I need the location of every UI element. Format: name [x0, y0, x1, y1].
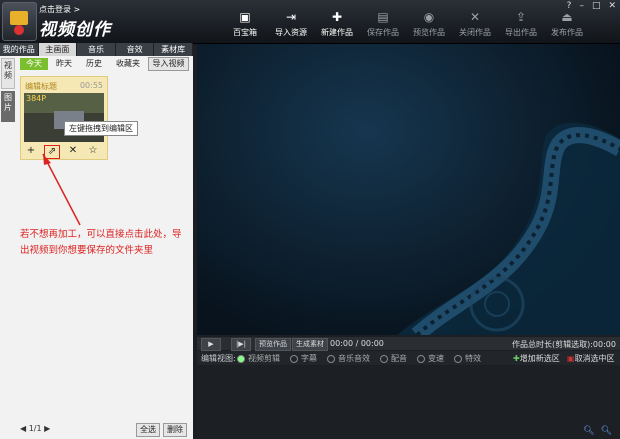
- toolbox-icon: ▣: [239, 10, 251, 24]
- film-reel-background: [397, 122, 620, 335]
- sub-tab-3[interactable]: 收藏夹: [110, 58, 146, 70]
- preview-work-button[interactable]: 预览作品: [255, 338, 291, 351]
- login-link[interactable]: 点击登录 >: [39, 4, 80, 15]
- clip-title[interactable]: 编辑标题: [25, 81, 57, 92]
- toolbar-button-3[interactable]: ▤ 保存作品: [360, 10, 406, 38]
- toolbar-button-7[interactable]: ⏏ 发布作品: [544, 10, 590, 38]
- toolbar-button-4[interactable]: ◉ 预览作品: [406, 10, 452, 38]
- video-clip-card[interactable]: 编辑标题 00:55 384P + ⇗ ✕ ☆: [20, 76, 108, 160]
- maximize-icon[interactable]: □: [592, 1, 601, 11]
- annotation-arrow: [42, 153, 81, 226]
- add-section-button[interactable]: ✚增加新选区: [513, 353, 560, 364]
- add-to-timeline-icon[interactable]: +: [24, 145, 38, 157]
- cancel-section-button[interactable]: ▣取消选中区: [567, 353, 615, 364]
- sub-tab-0[interactable]: 今天: [20, 58, 48, 70]
- edit-view-label: 编辑视图:: [201, 354, 236, 363]
- remove-icon: ▣: [567, 354, 575, 363]
- generate-material-button[interactable]: 生成素材: [292, 338, 328, 351]
- panel-footer: ◀ 1/1 ▶ 全选 删除: [0, 421, 193, 439]
- sub-tab-1[interactable]: 昨天: [50, 58, 78, 70]
- radio-icon: [417, 354, 425, 363]
- app-logo: [2, 2, 37, 41]
- total-duration: 作品总时长(剪辑选取):00:00: [512, 340, 616, 349]
- side-tabs: 视频 图片: [1, 58, 16, 124]
- date-sub-tabs: 今天 昨天 历史 收藏夹: [20, 58, 146, 70]
- toolbar-label: 导出作品: [505, 28, 537, 37]
- edit-view-option-5[interactable]: 特效: [454, 353, 481, 364]
- toolbar-button-0[interactable]: ▣ 百宝箱: [222, 10, 268, 38]
- side-tab-image[interactable]: 图片: [1, 91, 15, 122]
- edit-view-option-3[interactable]: 配音: [380, 353, 407, 364]
- export-icon: ⇪: [515, 10, 527, 24]
- main-tab-0[interactable]: 我的作品: [0, 43, 39, 56]
- main-toolbar: ▣ 百宝箱 ⇥ 导入资源 ✚ 新建作品 ▤ 保存作品 ◉ 预览作品 ✕ 关闭作品 ⇪ 导出作品 ⏏ 发布作品: [222, 10, 590, 38]
- annotation-text: 若不想再加工，可以直接点击此处，导出视频到你想要保存的文件夹里: [20, 229, 182, 256]
- toolbar-button-6[interactable]: ⇪ 导出作品: [498, 10, 544, 38]
- side-tab-video[interactable]: 视频: [1, 58, 15, 89]
- edit-view-option-4[interactable]: 变速: [417, 353, 444, 364]
- drag-tooltip: 左键拖拽到编辑区: [64, 121, 138, 136]
- radio-icon: [454, 354, 462, 363]
- play-button[interactable]: ▶: [201, 338, 221, 351]
- sub-tab-2[interactable]: 历史: [80, 58, 108, 70]
- radio-icon: [290, 354, 298, 363]
- publish-icon: ⏏: [561, 10, 573, 24]
- radio-icon: [327, 354, 335, 363]
- toolbar-button-1[interactable]: ⇥ 导入资源: [268, 10, 314, 38]
- select-all-button[interactable]: 全选: [136, 423, 160, 437]
- zoom-out-icon[interactable]: 🔍︎: [583, 426, 594, 436]
- main-tab-4[interactable]: 素材库: [154, 43, 193, 56]
- title-bar: 点击登录 > 视频创作 ▣ 百宝箱 ⇥ 导入资源 ✚ 新建作品 ▤ 保存作品 ◉ 预览作品 ✕ 关闭作…: [0, 0, 620, 44]
- edit-view-option-2[interactable]: 音乐音效: [327, 353, 370, 364]
- timecode: 00:00 / 00:00: [330, 339, 384, 348]
- delete-button[interactable]: 删除: [163, 423, 187, 437]
- main-tab-2[interactable]: 音乐: [77, 43, 116, 56]
- main-tabs: 我的作品 主画面 音乐 音效 素材库: [0, 43, 193, 56]
- toolbar-label: 关闭作品: [459, 28, 491, 37]
- video-preview: [197, 44, 620, 335]
- toolbar-label: 百宝箱: [233, 28, 257, 37]
- clip-resolution: 384P: [26, 94, 47, 103]
- edit-view-options: 视频剪辑 字幕 音乐音效 配音 变速 特效: [237, 353, 481, 364]
- import-video-button[interactable]: 导入视频: [148, 57, 189, 71]
- toolbar-label: 预览作品: [413, 28, 445, 37]
- edit-view-option-0[interactable]: 视频剪辑: [237, 353, 280, 364]
- radio-icon: [380, 354, 388, 363]
- edit-view-option-1[interactable]: 字幕: [290, 353, 317, 364]
- toolbar-label: 导入资源: [275, 28, 307, 37]
- help-icon[interactable]: ?: [567, 1, 572, 11]
- toolbar-label: 发布作品: [551, 28, 583, 37]
- timeline-area[interactable]: 🔍︎ 🔍︎: [197, 366, 620, 439]
- main-tab-1[interactable]: 主画面: [38, 43, 78, 56]
- plus-icon: ✚: [513, 354, 520, 363]
- toolbar-label: 新建作品: [321, 28, 353, 37]
- preview-eye-icon: ◉: [423, 10, 435, 24]
- main-tab-3[interactable]: 音效: [116, 43, 155, 56]
- edit-view-bar: 编辑视图: 视频剪辑 字幕 音乐音效 配音 变速 特效 ✚增加新选区 ▣取消选中区: [197, 351, 620, 365]
- toolbar-button-5[interactable]: ✕ 关闭作品: [452, 10, 498, 38]
- clip-duration: 00:55: [79, 81, 103, 90]
- app-title: 视频创作: [39, 20, 111, 40]
- new-project-icon: ✚: [331, 10, 343, 24]
- close-project-icon: ✕: [469, 10, 481, 24]
- window-controls: ? – □ ✕: [567, 1, 616, 11]
- camera-icon: [10, 11, 28, 25]
- radio-icon: [237, 354, 245, 363]
- toolbar-label: 保存作品: [367, 28, 399, 37]
- import-icon: ⇥: [285, 10, 297, 24]
- toolbar-button-2[interactable]: ✚ 新建作品: [314, 10, 360, 38]
- pagination[interactable]: ◀ 1/1 ▶: [20, 424, 50, 433]
- save-icon: ▤: [377, 10, 389, 24]
- minimize-icon[interactable]: –: [579, 1, 584, 11]
- media-panel: 我的作品 主画面 音乐 音效 素材库 视频 图片 今天 昨天 历史 收藏夹 导入视频 编辑标题…: [0, 43, 193, 439]
- playback-bar: ▶ |▶| 预览作品 生成素材 00:00 / 00:00 作品总时长(剪辑选取…: [197, 337, 620, 351]
- close-icon[interactable]: ✕: [608, 1, 616, 11]
- zoom-in-icon[interactable]: 🔍︎: [601, 426, 612, 436]
- step-button[interactable]: |▶|: [231, 338, 251, 351]
